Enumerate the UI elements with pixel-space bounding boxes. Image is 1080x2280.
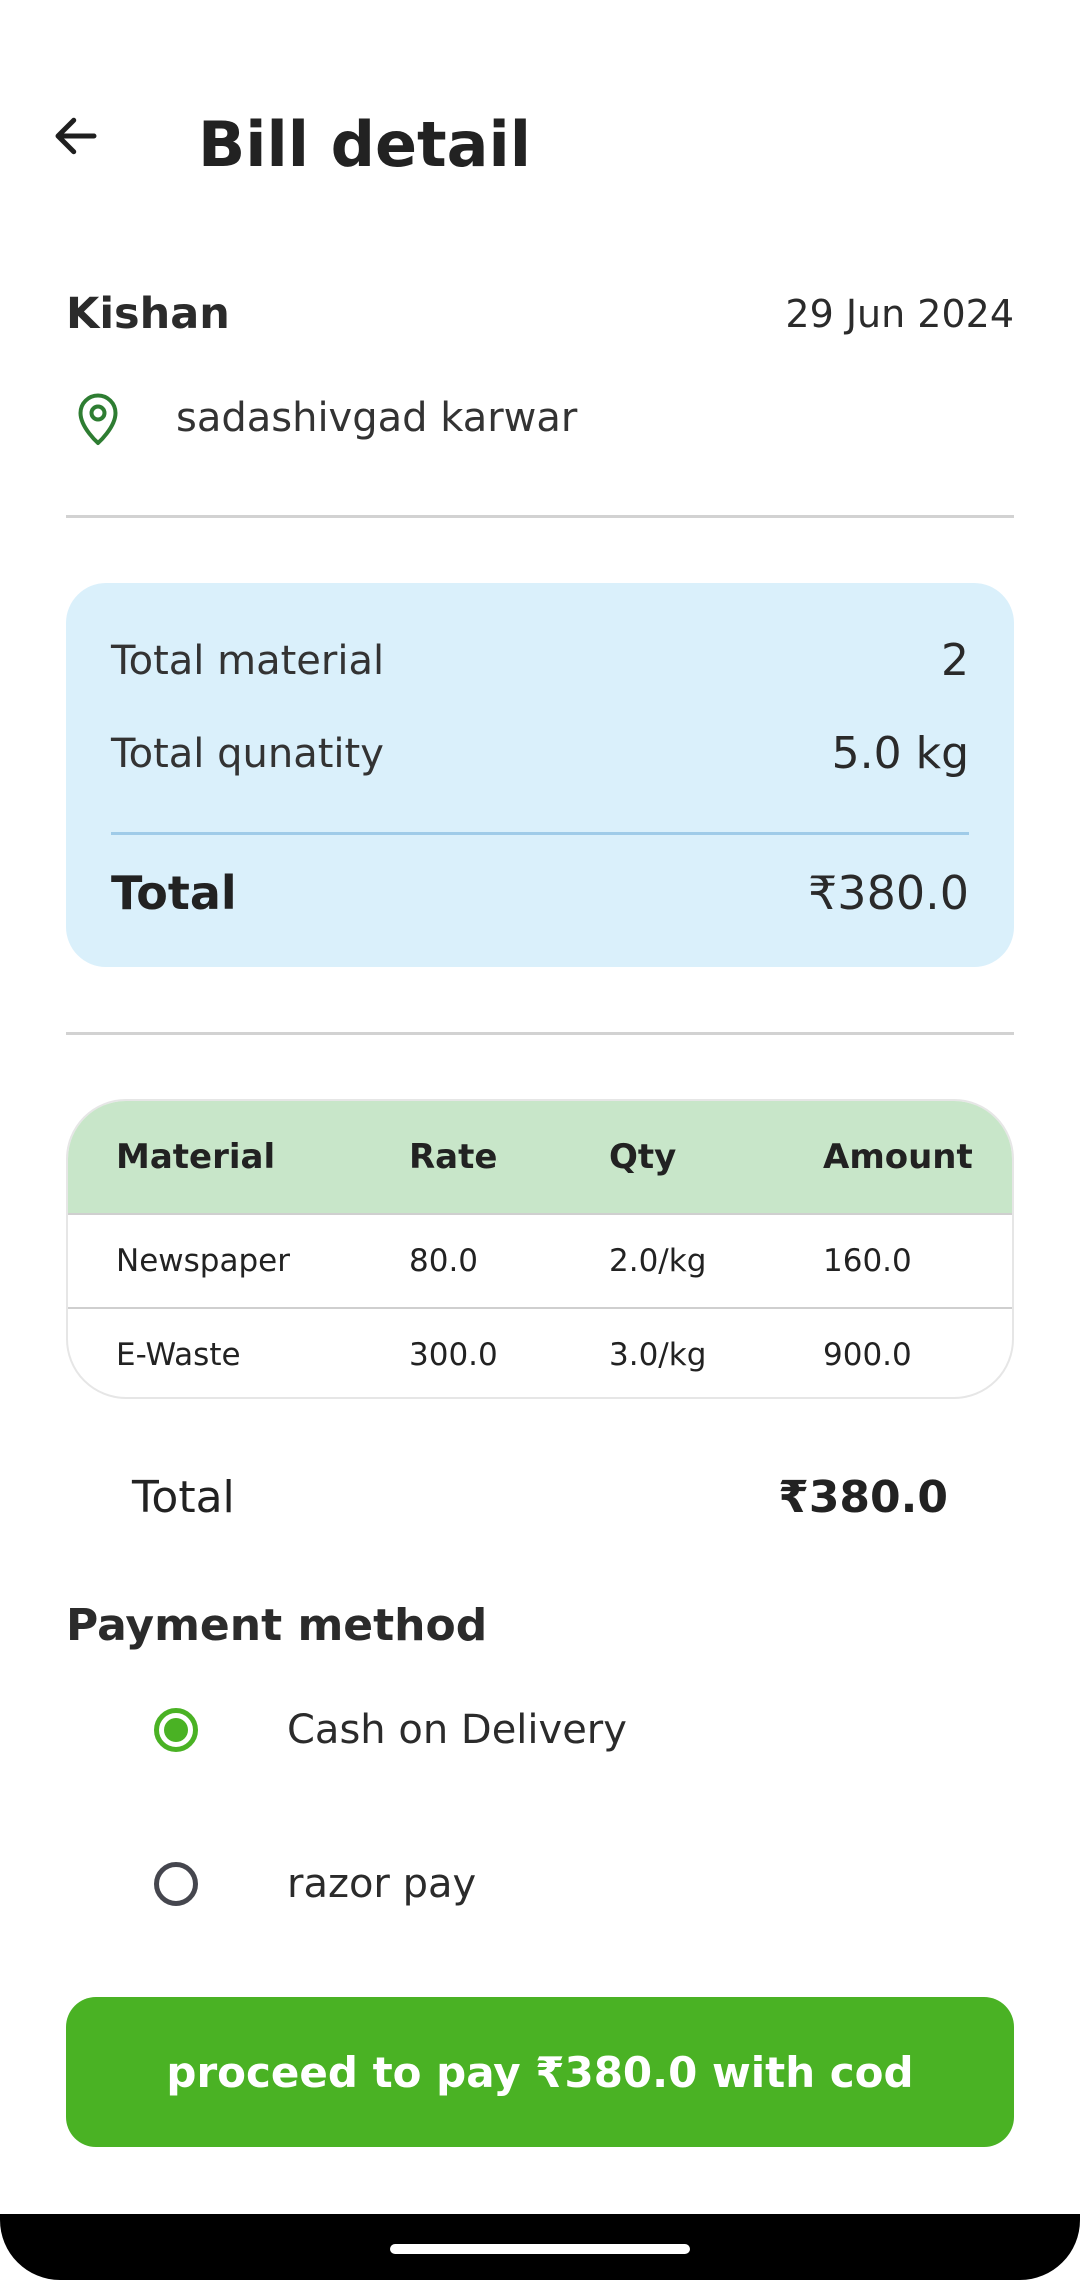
page-title: Bill detail	[198, 108, 532, 181]
divider	[66, 1032, 1014, 1035]
column-header-material: Material	[116, 1137, 276, 1177]
cell-material: Newspaper	[116, 1243, 290, 1279]
material-table: Material Rate Qty Amount Newspaper 80.0 …	[66, 1099, 1014, 1399]
cell-qty: 2.0/kg	[609, 1243, 707, 1279]
column-header-rate: Rate	[409, 1137, 498, 1177]
column-header-amount: Amount	[823, 1137, 973, 1177]
payment-method-heading: Payment method	[66, 1600, 488, 1651]
grand-total-label: Total	[132, 1472, 235, 1523]
summary-total-value: ₹380.0	[808, 866, 969, 920]
total-quantity-value: 5.0 kg	[831, 728, 969, 779]
summary-total-label: Total	[111, 866, 237, 920]
address-text: sadashivgad karwar	[176, 395, 578, 441]
radio-razor-pay[interactable]	[154, 1862, 198, 1906]
back-button[interactable]	[40, 100, 112, 172]
cell-amount: 160.0	[823, 1243, 912, 1279]
grand-total-value: ₹380.0	[778, 1472, 948, 1523]
radio-cash-on-delivery[interactable]	[154, 1708, 198, 1752]
location-pin-icon	[68, 388, 128, 448]
summary-card: Total material 2 Total qunatity 5.0 kg T…	[66, 583, 1014, 967]
table-header-row: Material Rate Qty Amount	[68, 1101, 1012, 1213]
home-indicator[interactable]	[390, 2244, 690, 2254]
cell-rate: 300.0	[409, 1337, 498, 1373]
column-header-qty: Qty	[609, 1137, 677, 1177]
table-row: Newspaper 80.0 2.0/kg 160.0	[68, 1213, 1012, 1307]
table-row: E-Waste 300.0 3.0/kg 900.0	[68, 1307, 1012, 1397]
cell-rate: 80.0	[409, 1243, 479, 1279]
cell-material: E-Waste	[116, 1337, 241, 1373]
cell-amount: 900.0	[823, 1337, 912, 1373]
divider	[66, 515, 1014, 518]
payment-option-razorpay-label[interactable]: razor pay	[287, 1854, 476, 1914]
arrow-left-icon	[55, 117, 97, 155]
bill-date: 29 Jun 2024	[785, 292, 1014, 336]
proceed-to-pay-button[interactable]: proceed to pay ₹380.0 with cod	[66, 1997, 1014, 2147]
radio-selected-dot	[164, 1718, 188, 1742]
total-quantity-label: Total qunatity	[111, 731, 384, 777]
summary-divider	[111, 832, 969, 835]
payment-option-cod-label[interactable]: Cash on Delivery	[287, 1700, 627, 1760]
total-material-label: Total material	[111, 638, 385, 684]
total-material-value: 2	[941, 635, 969, 686]
cell-qty: 3.0/kg	[609, 1337, 707, 1373]
customer-name: Kishan	[66, 289, 230, 339]
